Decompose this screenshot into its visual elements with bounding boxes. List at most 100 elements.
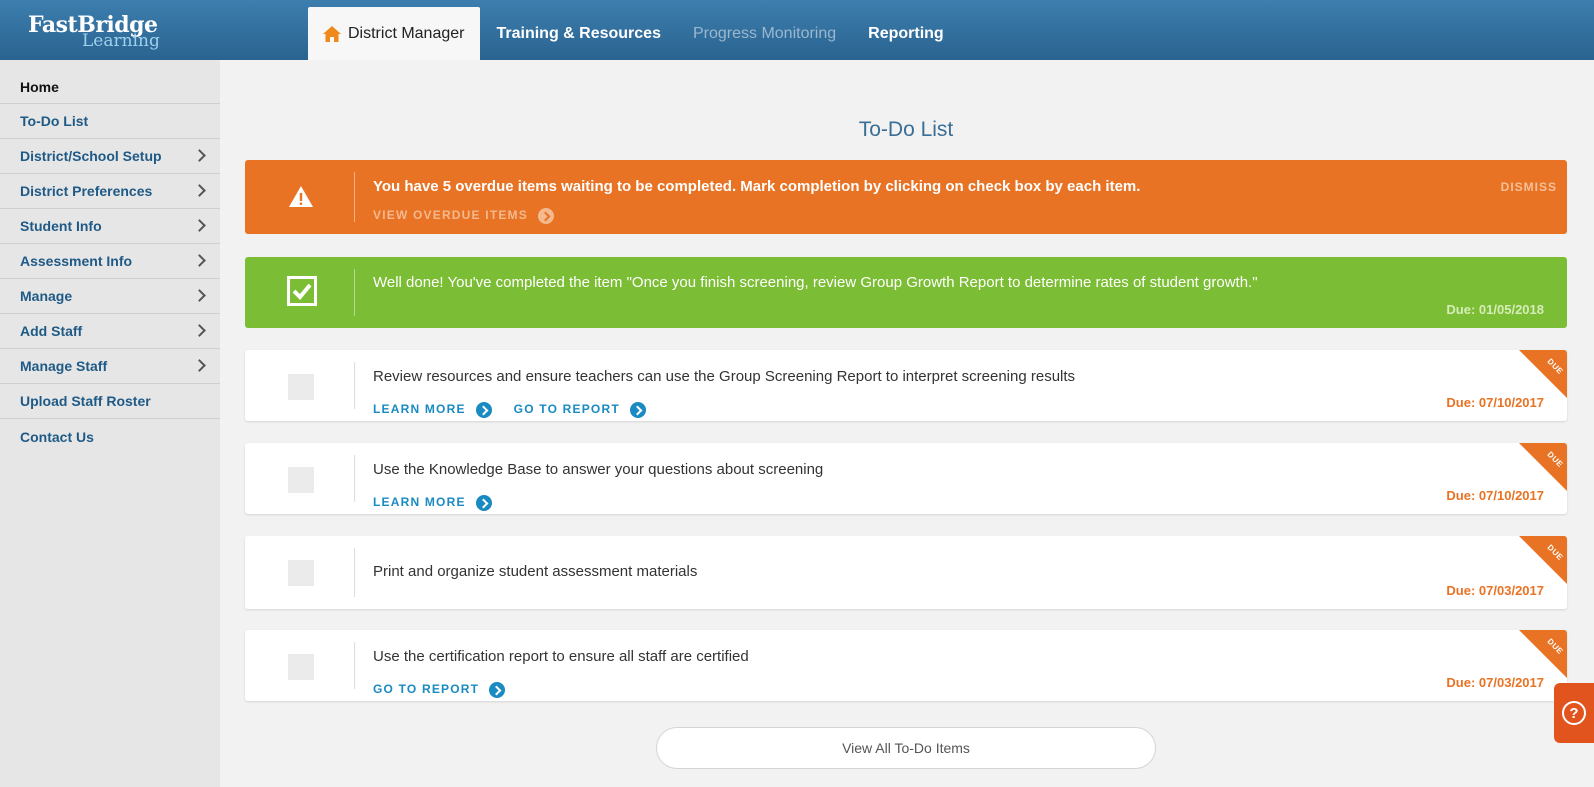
link-label: GO TO REPORT — [513, 402, 620, 416]
tab-district-manager[interactable]: District Manager — [308, 7, 481, 60]
todo-checkbox[interactable] — [288, 374, 314, 400]
chevron-right-icon — [193, 184, 206, 197]
chevron-right-icon — [193, 324, 206, 337]
learn-more-link[interactable]: LEARN MORE — [373, 493, 492, 511]
todo-text: Review resources and ensure teachers can… — [373, 368, 1076, 385]
todo-checkbox[interactable] — [288, 467, 314, 493]
due-badge: DUE — [1545, 636, 1565, 657]
sidebar-item-assessment-info[interactable]: Assessment Info — [0, 244, 220, 279]
sidebar-item-manage[interactable]: Manage — [0, 279, 220, 314]
sidebar: Home To-Do List District/School Setup Di… — [0, 60, 220, 787]
sidebar-item-label: To-Do List — [20, 113, 89, 129]
warning-icon — [289, 186, 313, 207]
page-title: To-Do List — [858, 118, 954, 141]
due-ribbon: DUE — [1519, 443, 1567, 491]
sidebar-item-district-school-setup[interactable]: District/School Setup — [0, 139, 220, 174]
learn-more-link[interactable]: LEARN MORE — [373, 400, 492, 418]
chevron-right-icon — [193, 359, 206, 372]
checked-checkbox-icon[interactable] — [287, 276, 317, 306]
overdue-links: VIEW OVERDUE ITEMS — [373, 206, 554, 224]
sidebar-item-label: Manage — [20, 288, 73, 304]
card-divider — [354, 269, 355, 316]
link-label: LEARN MORE — [373, 495, 466, 509]
todo-links: LEARN MORE — [373, 493, 492, 511]
link-label: GO TO REPORT — [373, 682, 480, 696]
sidebar-item-upload-staff-roster[interactable]: Upload Staff Roster — [0, 384, 220, 419]
card-divider — [354, 548, 355, 597]
top-header: FastBridge Learning District Manager Tra… — [0, 0, 1594, 60]
fastbridge-logo[interactable]: FastBridge Learning — [28, 13, 178, 53]
todo-links: GO TO REPORT — [373, 680, 506, 698]
todo-checkbox[interactable] — [288, 654, 314, 680]
sidebar-item-label: District Preferences — [20, 183, 153, 199]
todo-text: Use the certification report to ensure a… — [373, 648, 749, 665]
home-icon — [323, 25, 341, 42]
chevron-right-icon — [193, 254, 206, 267]
todo-text: Use the Knowledge Base to answer your qu… — [373, 461, 824, 478]
sidebar-item-add-staff[interactable]: Add Staff — [0, 314, 220, 349]
card-divider — [354, 455, 355, 502]
card-divider — [354, 362, 355, 409]
due-badge: DUE — [1545, 356, 1565, 377]
tab-label: Training & Resources — [496, 24, 661, 42]
arrow-right-circle-icon — [475, 402, 492, 418]
todo-item: Print and organize student assessment ma… — [245, 536, 1567, 609]
sidebar-item-label: Manage Staff — [20, 358, 108, 374]
sidebar-item-manage-staff[interactable]: Manage Staff — [0, 349, 220, 384]
main-nav: District Manager Training & Resources Pr… — [308, 7, 960, 60]
due-date: Due: 07/03/2017 — [1446, 583, 1544, 598]
go-to-report-link[interactable]: GO TO REPORT — [373, 680, 506, 698]
due-date: Due: 01/05/2018 — [1446, 302, 1544, 317]
arrow-right-circle-icon — [489, 682, 506, 698]
logo-line2: Learning — [82, 31, 160, 51]
tab-training-resources[interactable]: Training & Resources — [480, 7, 677, 60]
sidebar-item-label: Add Staff — [20, 323, 83, 339]
chevron-right-icon — [193, 219, 206, 232]
overdue-message: You have 5 overdue items waiting to be c… — [373, 178, 1141, 195]
overdue-banner: You have 5 overdue items waiting to be c… — [245, 160, 1567, 234]
todo-text: Print and organize student assessment ma… — [373, 563, 698, 580]
due-ribbon: DUE — [1519, 630, 1567, 678]
arrow-right-circle-icon — [537, 208, 554, 224]
tab-reporting[interactable]: Reporting — [852, 7, 960, 60]
sidebar-item-student-info[interactable]: Student Info — [0, 209, 220, 244]
tab-label: Progress Monitoring — [692, 24, 837, 42]
todo-item: Use the Knowledge Base to answer your qu… — [245, 443, 1567, 514]
sidebar-item-todo-list[interactable]: To-Do List — [0, 104, 220, 139]
sidebar-item-home[interactable]: Home — [0, 60, 220, 104]
sidebar-item-district-preferences[interactable]: District Preferences — [0, 174, 220, 209]
sidebar-item-label: Upload Staff Roster — [20, 393, 151, 409]
card-divider — [354, 172, 355, 222]
sidebar-item-label: Assessment Info — [20, 253, 133, 269]
todo-links: LEARN MORE GO TO REPORT — [373, 400, 646, 418]
question-icon: ? — [1562, 701, 1586, 725]
tab-progress-monitoring[interactable]: Progress Monitoring — [677, 7, 852, 60]
due-badge: DUE — [1545, 542, 1565, 563]
todo-item: Use the certification report to ensure a… — [245, 630, 1567, 701]
due-ribbon: DUE — [1519, 536, 1567, 584]
view-overdue-items-link[interactable]: VIEW OVERDUE ITEMS — [373, 206, 554, 224]
view-all-todo-button[interactable]: View All To-Do Items — [656, 727, 1156, 769]
dismiss-button[interactable]: DISMISS — [1501, 180, 1557, 194]
card-divider — [354, 642, 355, 689]
todo-item: Review resources and ensure teachers can… — [245, 350, 1567, 421]
link-label: VIEW OVERDUE ITEMS — [373, 208, 528, 222]
sidebar-item-contact-us[interactable]: Contact Us — [0, 419, 220, 454]
link-label: LEARN MORE — [373, 402, 466, 416]
arrow-right-circle-icon — [629, 402, 646, 418]
arrow-right-circle-icon — [475, 495, 492, 511]
tab-label: Reporting — [868, 24, 944, 42]
chevron-right-icon — [193, 289, 206, 302]
sidebar-item-label: District/School Setup — [20, 148, 162, 164]
tab-label: District Manager — [348, 24, 465, 42]
help-button[interactable]: ? — [1554, 683, 1594, 743]
completed-banner: Well done! You've completed the item "On… — [245, 257, 1567, 328]
todo-checkbox[interactable] — [288, 560, 314, 586]
completed-message: Well done! You've completed the item "On… — [373, 274, 1258, 291]
due-ribbon: DUE — [1519, 350, 1567, 398]
sidebar-item-label: Home — [20, 78, 59, 95]
chevron-right-icon — [193, 149, 206, 162]
go-to-report-link[interactable]: GO TO REPORT — [514, 400, 646, 418]
sidebar-item-label: Student Info — [20, 218, 102, 234]
sidebar-item-label: Contact Us — [20, 428, 94, 445]
